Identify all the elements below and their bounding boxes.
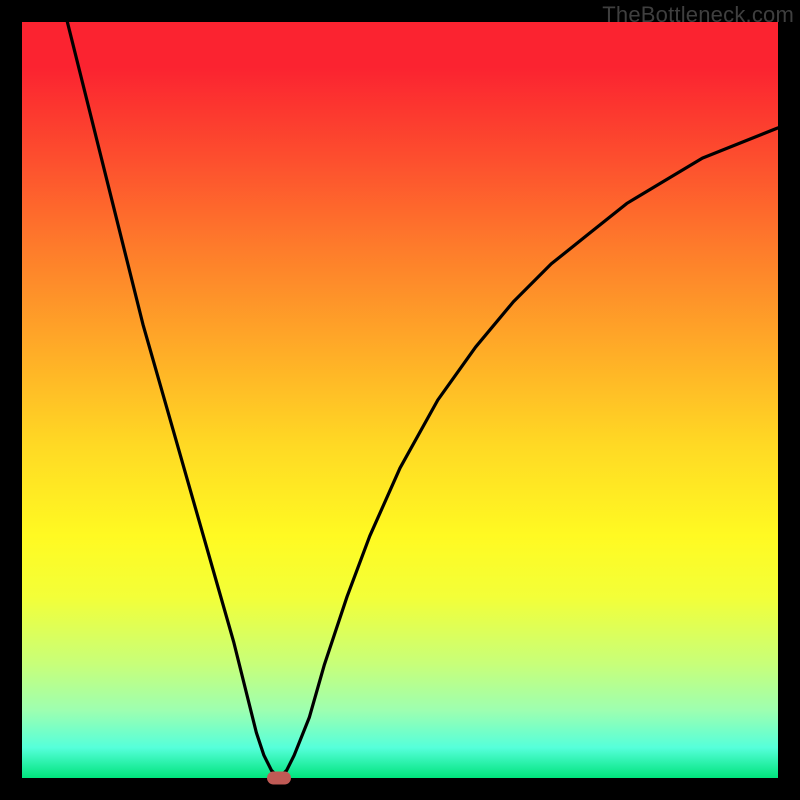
optimal-marker [267,772,291,785]
watermark-text: TheBottleneck.com [602,2,794,28]
plot-area [22,22,778,778]
bottleneck-curve [22,22,778,778]
